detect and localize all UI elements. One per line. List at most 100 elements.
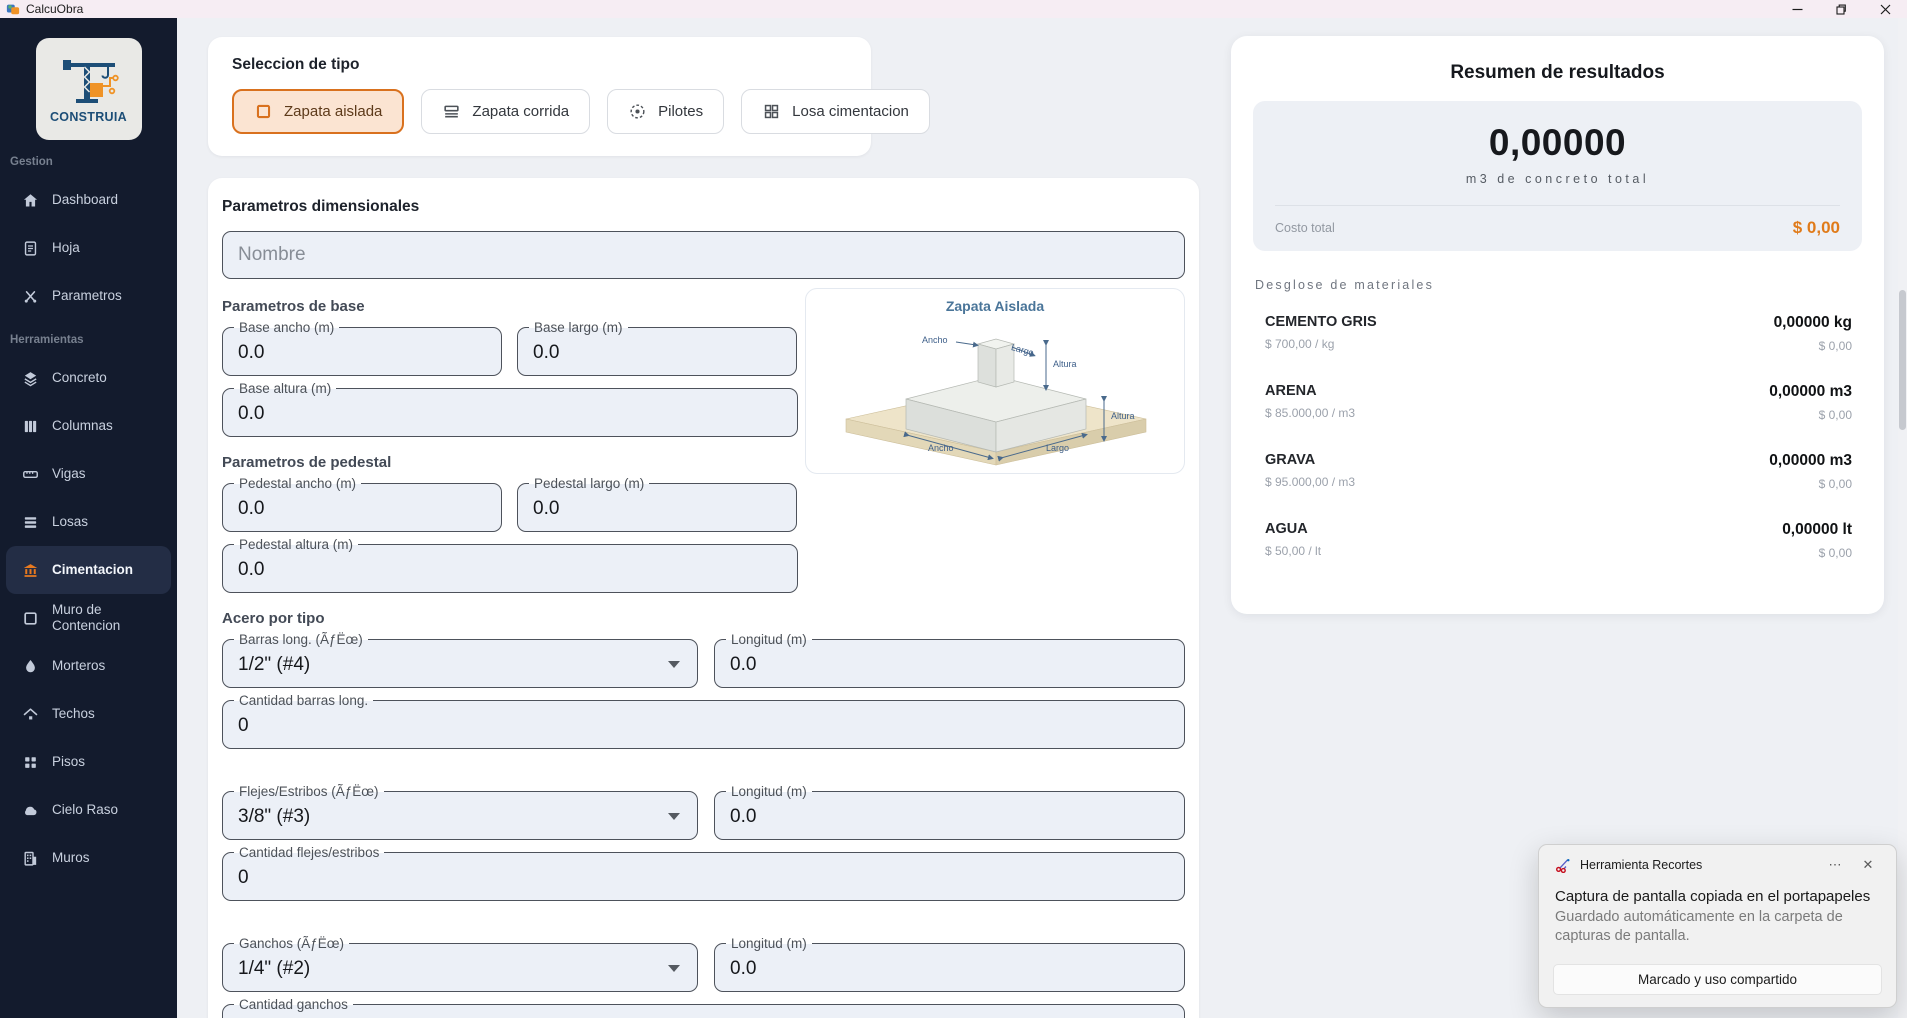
sidebar-item-hoja[interactable]: Hoja — [6, 224, 171, 272]
base-ancho-input[interactable]: Base ancho (m) 0.0 — [222, 327, 502, 376]
material-cost: $ 0,00 — [1769, 408, 1852, 422]
field-label: Base ancho (m) — [234, 319, 339, 336]
field-value: 0 — [238, 715, 249, 737]
field-label: Pedestal altura (m) — [234, 536, 358, 553]
restore-icon — [1836, 4, 1847, 15]
sidebar-item-losas[interactable]: Losas — [6, 498, 171, 546]
scrollbar-track[interactable] — [1898, 18, 1907, 1018]
illustration-title: Zapata Aislada — [806, 298, 1184, 314]
sidebar-item-muro-de-contencion[interactable]: Muro de Contencion — [6, 594, 171, 642]
dropdown-arrow-icon — [668, 813, 680, 820]
zapata-illustration: Zapata Aislada Ancho Largo Altura Altura… — [805, 288, 1185, 474]
field-label: Base altura (m) — [234, 380, 336, 397]
type-button-zapata-corrida[interactable]: Zapata corrida — [421, 89, 590, 134]
toast-body: Guardado automáticamente en la carpeta d… — [1555, 908, 1860, 946]
total-concrete-unit: m3 de concreto total — [1253, 172, 1862, 186]
desglose-title: Desglose de materiales — [1255, 278, 1884, 292]
columns-icon — [22, 418, 39, 435]
slab-icon — [442, 102, 461, 121]
illustration-label: Largo — [1046, 443, 1069, 453]
ruler-icon — [22, 466, 39, 483]
sidebar-item-columnas[interactable]: Columnas — [6, 402, 171, 450]
illustration-label: Altura — [1053, 359, 1077, 369]
type-button-zapata-aislada[interactable]: Zapata aislada — [232, 89, 404, 134]
sidebar-item-vigas[interactable]: Vigas — [6, 450, 171, 498]
maximize-button[interactable] — [1819, 0, 1863, 18]
sidebar-item-concreto[interactable]: Concreto — [6, 354, 171, 402]
longitud-input[interactable]: Longitud (m) 0.0 — [714, 943, 1185, 992]
material-qty: 0,00000 lt — [1782, 521, 1852, 539]
zapata-drawing — [806, 289, 1185, 474]
window-title: CalcuObra — [26, 2, 83, 16]
sheet-icon — [22, 240, 39, 257]
sidebar-item-techos[interactable]: Techos — [6, 690, 171, 738]
select-flejes-estribos[interactable]: Flejes/Estribos (ÃƒËœ) 3/8" (#3) — [222, 791, 698, 840]
type-selector-title: Seleccion de tipo — [232, 56, 847, 74]
cantidad-barras-long-input[interactable]: Cantidad barras long. 0 — [222, 700, 1185, 749]
base-altura-input[interactable]: Base altura (m) 0.0 — [222, 388, 798, 437]
field-value: 0.0 — [533, 342, 559, 364]
close-button[interactable] — [1863, 0, 1907, 18]
nombre-input[interactable] — [222, 231, 1185, 279]
roof-icon — [22, 706, 39, 723]
sidebar-item-dashboard[interactable]: Dashboard — [6, 176, 171, 224]
field-label: Longitud (m) — [726, 935, 812, 952]
sidebar-item-morteros[interactable]: Morteros — [6, 642, 171, 690]
sidebar-item-pisos[interactable]: Pisos — [6, 738, 171, 786]
field-value: 0.0 — [730, 806, 756, 828]
type-button-pilotes[interactable]: Pilotes — [607, 89, 724, 134]
sidebar-item-parametros[interactable]: Parametros — [6, 272, 171, 320]
toast-close-icon[interactable]: ✕ — [1856, 857, 1880, 873]
material-qty: 0,00000 m3 — [1769, 383, 1852, 401]
dropdown-arrow-icon — [668, 661, 680, 668]
pedestal-altura-input[interactable]: Pedestal altura (m) 0.0 — [222, 544, 798, 593]
pedestal-ancho-input[interactable]: Pedestal ancho (m) 0.0 — [222, 483, 502, 532]
cantidad-ganchos-input[interactable]: Cantidad ganchos 0 — [222, 1004, 1185, 1018]
illustration-label: Ancho — [928, 443, 954, 453]
material-qty: 0,00000 m3 — [1769, 452, 1852, 470]
cantidad-flejes-estribos-input[interactable]: Cantidad flejes/estribos 0 — [222, 852, 1185, 901]
sidebar-item-label: Dashboard — [52, 192, 118, 208]
illustration-label: Altura — [1111, 411, 1135, 421]
markup-share-button[interactable]: Marcado y uso compartido — [1553, 964, 1882, 995]
crane-logo-icon — [57, 55, 121, 107]
parameters-card: Parametros dimensionales Parametros de b… — [208, 178, 1199, 1018]
cloud-icon — [22, 802, 39, 819]
field-label: Base largo (m) — [529, 319, 628, 336]
more-options-icon[interactable]: ⋯ — [1823, 857, 1847, 873]
pedestal-largo-input[interactable]: Pedestal largo (m) 0.0 — [517, 483, 797, 532]
longitud-input[interactable]: Longitud (m) 0.0 — [714, 791, 1185, 840]
sidebar-item-muros[interactable]: Muros — [6, 834, 171, 882]
minimize-button[interactable] — [1775, 0, 1819, 18]
base-largo-input[interactable]: Base largo (m) 0.0 — [517, 327, 797, 376]
select-barras-long[interactable]: Barras long. (ÃƒËœ) 1/2" (#4) — [222, 639, 698, 688]
scrollbar-thumb[interactable] — [1899, 290, 1906, 430]
field-value: 0.0 — [730, 654, 756, 676]
sidebar-item-cielo-raso[interactable]: Cielo Raso — [6, 786, 171, 834]
app-logo: CONSTRUIA — [36, 38, 142, 140]
field-label: Cantidad barras long. — [234, 692, 373, 709]
home-icon — [22, 192, 39, 209]
material-name: GRAVA — [1265, 452, 1355, 468]
illustration-label: Ancho — [922, 335, 948, 345]
field-label: Flejes/Estribos (ÃƒËœ) — [234, 783, 384, 800]
rows-icon — [22, 514, 39, 531]
grid-o-icon — [762, 102, 781, 121]
type-button-losa-cimentacion[interactable]: Losa cimentacion — [741, 89, 930, 134]
type-button-label: Zapata corrida — [472, 103, 569, 120]
materials-list: CEMENTO GRIS $ 700,00 / kg 0,00000 kg $ … — [1265, 314, 1852, 560]
field-label: Barras long. (ÃƒËœ) — [234, 631, 368, 648]
sidebar-item-label: Morteros — [52, 658, 105, 674]
material-price: $ 85.000,00 / m3 — [1265, 406, 1355, 420]
sidebar-item-label: Cielo Raso — [52, 802, 118, 818]
longitud-input[interactable]: Longitud (m) 0.0 — [714, 639, 1185, 688]
close-icon — [1880, 4, 1891, 15]
field-value: 1/4" (#2) — [238, 958, 310, 980]
sidebar-item-label: Columnas — [52, 418, 113, 434]
sidebar-item-cimentacion[interactable]: Cimentacion — [6, 546, 171, 594]
field-label: Cantidad ganchos — [234, 996, 353, 1013]
material-price: $ 95.000,00 / m3 — [1265, 475, 1355, 489]
select-ganchos[interactable]: Ganchos (ÃƒËœ) 1/4" (#2) — [222, 943, 698, 992]
material-row-cemento-gris: CEMENTO GRIS $ 700,00 / kg 0,00000 kg $ … — [1265, 314, 1852, 353]
field-value: 0.0 — [238, 342, 264, 364]
